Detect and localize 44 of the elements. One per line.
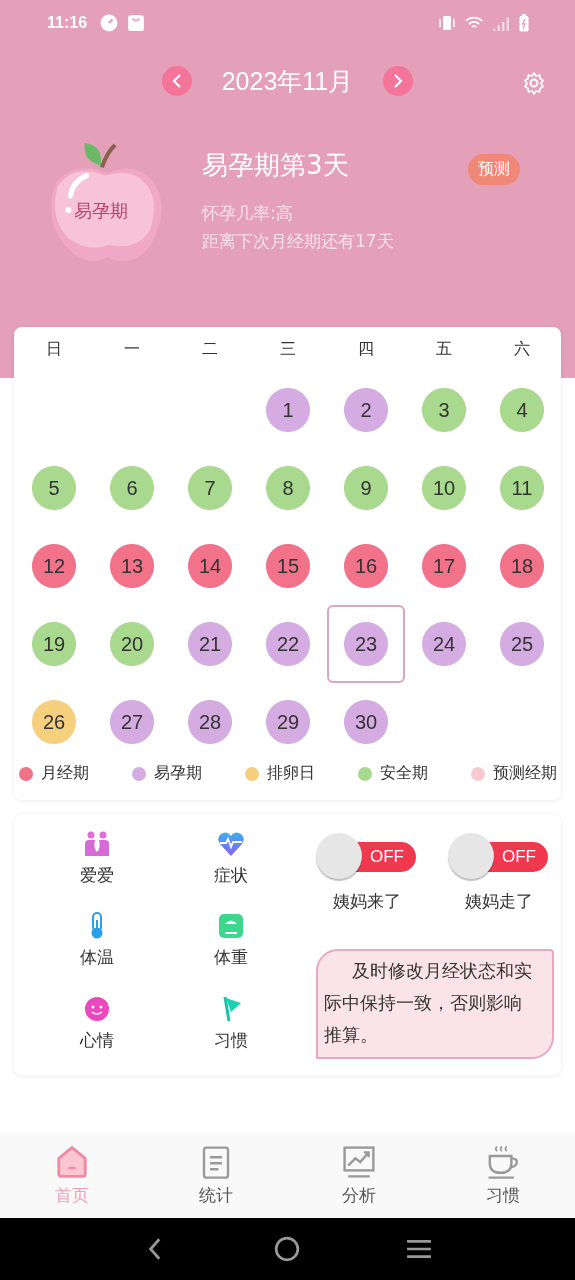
battery-icon bbox=[519, 14, 529, 32]
legend-label: 排卵日 bbox=[267, 763, 315, 784]
info-text: 距离下次月经期还有17天 bbox=[202, 230, 394, 253]
tool-button[interactable]: 爱爱 bbox=[30, 830, 164, 895]
status-time: 11:16 bbox=[47, 14, 88, 32]
phase-label: 易孕期 bbox=[74, 199, 128, 223]
vibrate-icon bbox=[438, 14, 456, 32]
weekday-label: 六 bbox=[513, 339, 531, 360]
tool-button[interactable]: 体重 bbox=[164, 912, 298, 977]
nav-tab[interactable]: 习惯 bbox=[431, 1133, 575, 1218]
weekday-label: 日 bbox=[45, 339, 63, 360]
smiley-icon bbox=[83, 994, 111, 1023]
weekday-label: 一 bbox=[123, 339, 141, 360]
tool-button[interactable]: 习惯 bbox=[164, 994, 298, 1059]
tip-note: 及时修改月经状态和实际中保持一致，否则影响推算。 bbox=[316, 949, 554, 1059]
nav-tab[interactable]: 分析 bbox=[287, 1133, 432, 1218]
weekday-label: 四 bbox=[357, 339, 375, 360]
tool-button[interactable]: 症状 bbox=[164, 830, 298, 895]
nav-tab[interactable]: 统计 bbox=[143, 1133, 288, 1218]
chevron-left-icon bbox=[171, 74, 182, 88]
tool-button[interactable]: 心情 bbox=[30, 994, 164, 1059]
home-circle-icon[interactable] bbox=[274, 1236, 301, 1262]
switch-caption: 姨妈走了 bbox=[465, 890, 533, 913]
signal-icon bbox=[492, 14, 510, 32]
switch-caption: 姨妈来了 bbox=[333, 890, 401, 913]
chart-monitor-icon bbox=[341, 1143, 378, 1180]
heart-pulse-icon bbox=[217, 830, 245, 858]
phase-title: 易孕期第3天 bbox=[202, 149, 350, 182]
legend-label: 预测经期 bbox=[493, 763, 557, 784]
bag-icon bbox=[127, 14, 146, 32]
weekday-label: 二 bbox=[201, 339, 219, 360]
legend-label: 易孕期 bbox=[154, 763, 202, 784]
weekday-label: 三 bbox=[279, 339, 297, 360]
legend-label: 安全期 bbox=[380, 763, 428, 784]
info-text: 怀孕几率:高 bbox=[202, 202, 294, 225]
weekday-label: 五 bbox=[435, 339, 453, 360]
chevron-right-icon bbox=[393, 74, 404, 88]
month-title: 2023年11月 bbox=[221, 65, 354, 97]
calendar-day[interactable]: 23 bbox=[327, 605, 405, 683]
tool-button[interactable]: 体温 bbox=[30, 912, 164, 977]
legend-label: 月经期 bbox=[41, 763, 89, 784]
scale-icon bbox=[217, 912, 245, 941]
couple-icon bbox=[83, 830, 111, 858]
gauge-icon bbox=[100, 14, 119, 32]
